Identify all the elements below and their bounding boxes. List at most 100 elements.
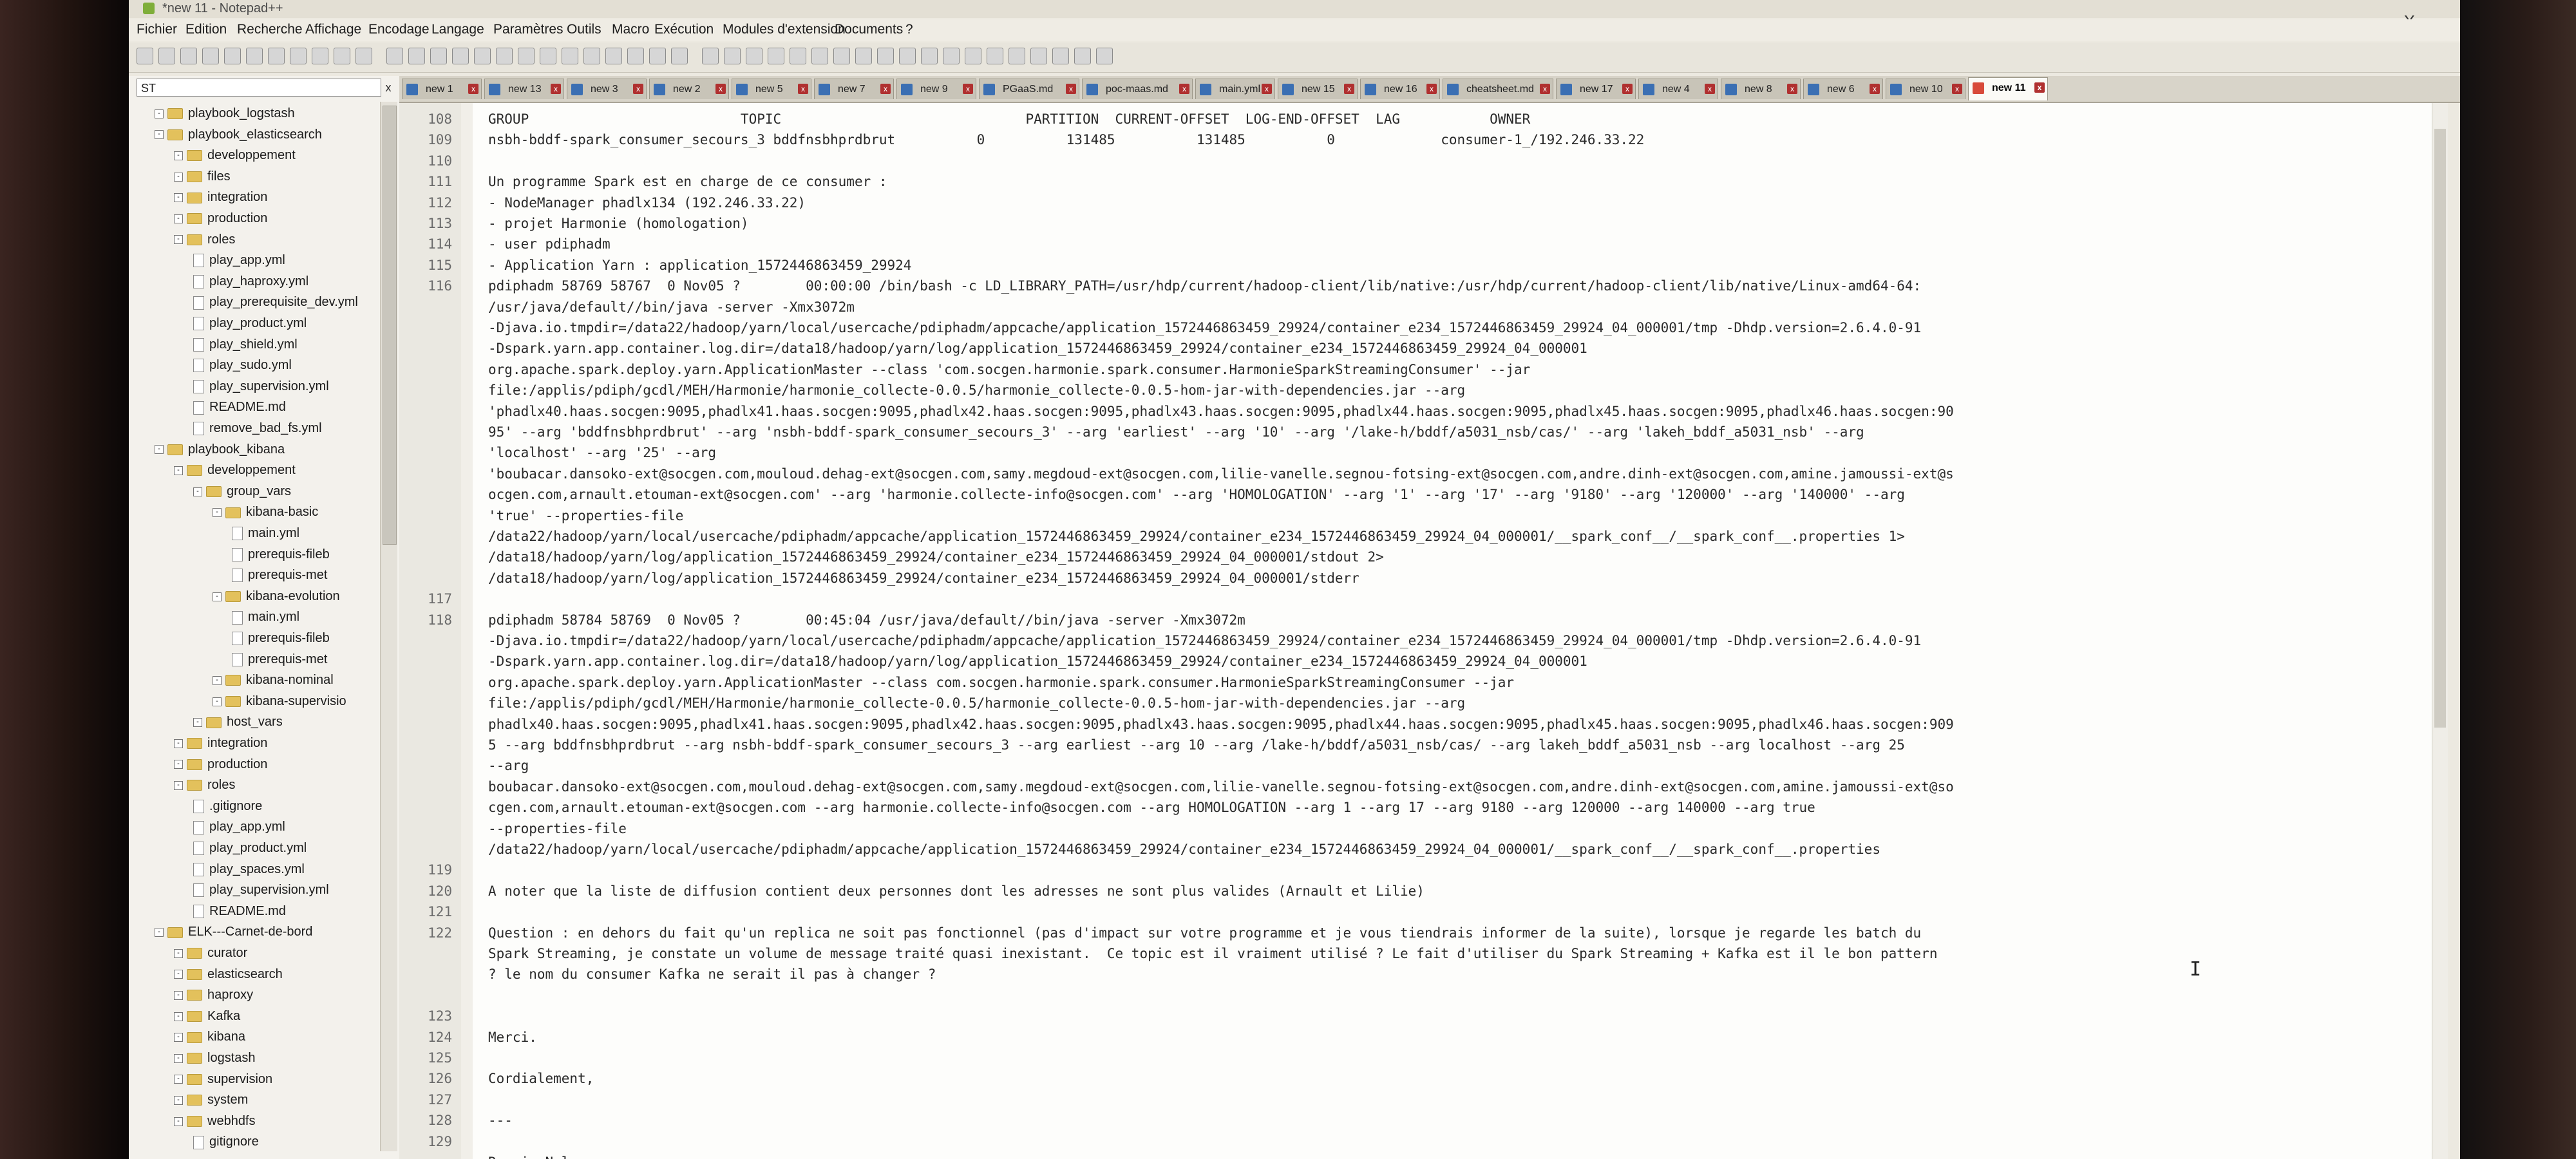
code-line[interactable]: Spark Streaming, je constate un volume d… xyxy=(488,945,1937,962)
code-line[interactable]: Merci. xyxy=(488,1029,537,1046)
expand-toggle-icon[interactable]: - xyxy=(174,1053,183,1063)
code-line[interactable]: pdiphadm 58784 58769 0 Nov05 ? 00:45:04 … xyxy=(488,612,1245,628)
document-tab[interactable]: new 11 x xyxy=(1968,77,2048,100)
tree-file[interactable]: play_app.yml xyxy=(193,250,285,270)
toolbar-button-icon[interactable] xyxy=(583,48,600,64)
tree-folder[interactable]: - integration xyxy=(174,187,267,207)
tab-close-icon[interactable]: x xyxy=(1870,84,1880,94)
panel-scrollbar-thumb[interactable] xyxy=(383,106,397,545)
tree-folder[interactable]: - kibana-evolution xyxy=(213,586,340,607)
code-line[interactable]: file:/applis/pdiph/gcdl/MEH/Harmonie/har… xyxy=(488,695,1465,711)
menu-item[interactable]: ? xyxy=(905,22,913,37)
code-line[interactable]: /data22/hadoop/yarn/local/usercache/pdip… xyxy=(488,841,1880,858)
toolbar-button-icon[interactable] xyxy=(811,48,828,64)
toolbar-button-icon[interactable] xyxy=(268,48,285,64)
toolbar-button-icon[interactable] xyxy=(943,48,960,64)
toolbar-button-icon[interactable] xyxy=(746,48,762,64)
code-line[interactable]: - user pdiphadm xyxy=(488,236,611,252)
expand-toggle-icon[interactable]: - xyxy=(174,214,183,223)
tab-close-icon[interactable]: x xyxy=(1622,84,1633,94)
toolbar-button-icon[interactable] xyxy=(1052,48,1069,64)
tree-folder[interactable]: - playbook_kibana xyxy=(155,439,285,460)
expand-toggle-icon[interactable]: - xyxy=(174,970,183,979)
toolbar-button-icon[interactable] xyxy=(540,48,556,64)
tab-close-icon[interactable]: x xyxy=(1344,84,1354,94)
menu-item[interactable]: Affichage xyxy=(305,22,361,37)
code-line[interactable]: phadlx40.haas.socgen:9095,phadlx41.haas.… xyxy=(488,716,1954,733)
tree-file[interactable]: play_haproxy.yml xyxy=(193,271,308,292)
tree-folder[interactable]: - integration xyxy=(174,733,267,753)
tree-folder[interactable]: - elasticsearch xyxy=(174,964,283,985)
menu-item[interactable]: Langage xyxy=(431,22,484,37)
expand-toggle-icon[interactable]: - xyxy=(213,675,222,685)
document-tab[interactable]: main.yml x xyxy=(1195,79,1275,99)
expand-toggle-icon[interactable]: - xyxy=(174,1075,183,1084)
tree-file[interactable]: play_supervision.yml xyxy=(193,880,329,900)
tab-close-icon[interactable]: x xyxy=(1066,84,1076,94)
menu-item[interactable]: Modules d'extension xyxy=(723,22,846,37)
tree-file[interactable]: .gitignore xyxy=(193,796,262,816)
tree-file[interactable]: main.yml xyxy=(232,607,299,627)
toolbar-button-icon[interactable] xyxy=(158,48,175,64)
toolbar-button-icon[interactable] xyxy=(1030,48,1047,64)
document-tab[interactable]: poc-maas.md x xyxy=(1082,79,1193,99)
tree-file[interactable]: remove_bad_fs.yml xyxy=(193,418,322,438)
toolbar-button-icon[interactable] xyxy=(202,48,219,64)
toolbar-button-icon[interactable] xyxy=(334,48,350,64)
toolbar-button-icon[interactable] xyxy=(180,48,197,64)
code-line[interactable]: 'true' --properties-file xyxy=(488,507,683,524)
menu-item[interactable]: Paramètres xyxy=(493,22,564,37)
tab-close-icon[interactable]: x xyxy=(963,84,973,94)
toolbar-button-icon[interactable] xyxy=(496,48,513,64)
toolbar-button-icon[interactable] xyxy=(627,48,644,64)
tree-folder[interactable]: - kibana-basic xyxy=(213,502,318,522)
document-tab[interactable]: new 5 x xyxy=(732,79,811,99)
tree-file[interactable]: play_app.yml xyxy=(193,816,285,837)
document-tab[interactable]: new 10 x xyxy=(1886,79,1965,99)
code-line[interactable]: 95' --arg 'bddfnsbhprdbrut' --arg 'nsbh-… xyxy=(488,424,1864,440)
tree-folder[interactable]: - system xyxy=(174,1089,248,1110)
tree-folder[interactable]: - curator xyxy=(174,943,247,963)
expand-toggle-icon[interactable]: - xyxy=(174,151,183,160)
code-line[interactable]: Romain Nalaze xyxy=(488,1154,594,1159)
tree-file[interactable]: play_product.yml xyxy=(193,313,307,334)
menu-item[interactable]: Outils xyxy=(567,22,601,37)
toolbar-button-icon[interactable] xyxy=(1009,48,1025,64)
expand-toggle-icon[interactable]: - xyxy=(155,445,164,455)
toolbar-button-icon[interactable] xyxy=(605,48,622,64)
panel-scrollbar[interactable] xyxy=(380,102,397,1151)
toolbar-button-icon[interactable] xyxy=(290,48,307,64)
tab-close-icon[interactable]: x xyxy=(715,84,726,94)
tab-close-icon[interactable]: x xyxy=(1952,84,1962,94)
tree-folder[interactable]: - playbook_logstash xyxy=(155,103,295,124)
expand-toggle-icon[interactable]: - xyxy=(174,739,183,748)
menu-item[interactable]: Fichier xyxy=(137,22,177,37)
code-line[interactable]: /data18/hadoop/yarn/log/application_1572… xyxy=(488,549,1384,565)
toolbar-button-icon[interactable] xyxy=(474,48,491,64)
expand-toggle-icon[interactable]: - xyxy=(174,235,183,245)
tab-close-icon[interactable]: x xyxy=(633,84,643,94)
document-tab[interactable]: new 8 x xyxy=(1721,79,1801,99)
tree-folder[interactable]: - production xyxy=(174,208,267,229)
expand-toggle-icon[interactable]: - xyxy=(174,193,183,203)
expand-toggle-icon[interactable]: - xyxy=(174,760,183,769)
tab-close-icon[interactable]: x xyxy=(1179,84,1189,94)
expand-toggle-icon[interactable]: - xyxy=(213,508,222,518)
code-line[interactable]: org.apache.spark.deploy.yarn.Application… xyxy=(488,674,1514,691)
expand-toggle-icon[interactable]: - xyxy=(174,1095,183,1105)
toolbar-button-icon[interactable] xyxy=(855,48,872,64)
expand-toggle-icon[interactable]: - xyxy=(174,1033,183,1042)
tree-file[interactable]: play_sudo.yml xyxy=(193,355,292,375)
toolbar-button-icon[interactable] xyxy=(671,48,688,64)
code-line[interactable]: /usr/java/default//bin/java -server -Xmx… xyxy=(488,299,855,316)
code-line[interactable]: --- xyxy=(488,1112,513,1129)
code-line[interactable]: 'phadlx40.haas.socgen:9095,phadlx41.haas… xyxy=(488,403,1954,420)
tree-file[interactable]: prerequis-met xyxy=(232,649,327,670)
code-line[interactable]: 'boubacar.dansoko-ext@socgen.com,mouloud… xyxy=(488,466,1954,482)
tree-folder[interactable]: - production xyxy=(174,754,267,775)
menu-item[interactable]: Macro xyxy=(612,22,649,37)
tree-folder[interactable]: - kibana-supervisio xyxy=(213,691,346,711)
tree-folder[interactable]: - ELK---Carnet-de-bord xyxy=(155,921,312,942)
toolbar-button-icon[interactable] xyxy=(1074,48,1091,64)
document-tab[interactable]: cheatsheet.md x xyxy=(1443,79,1553,99)
